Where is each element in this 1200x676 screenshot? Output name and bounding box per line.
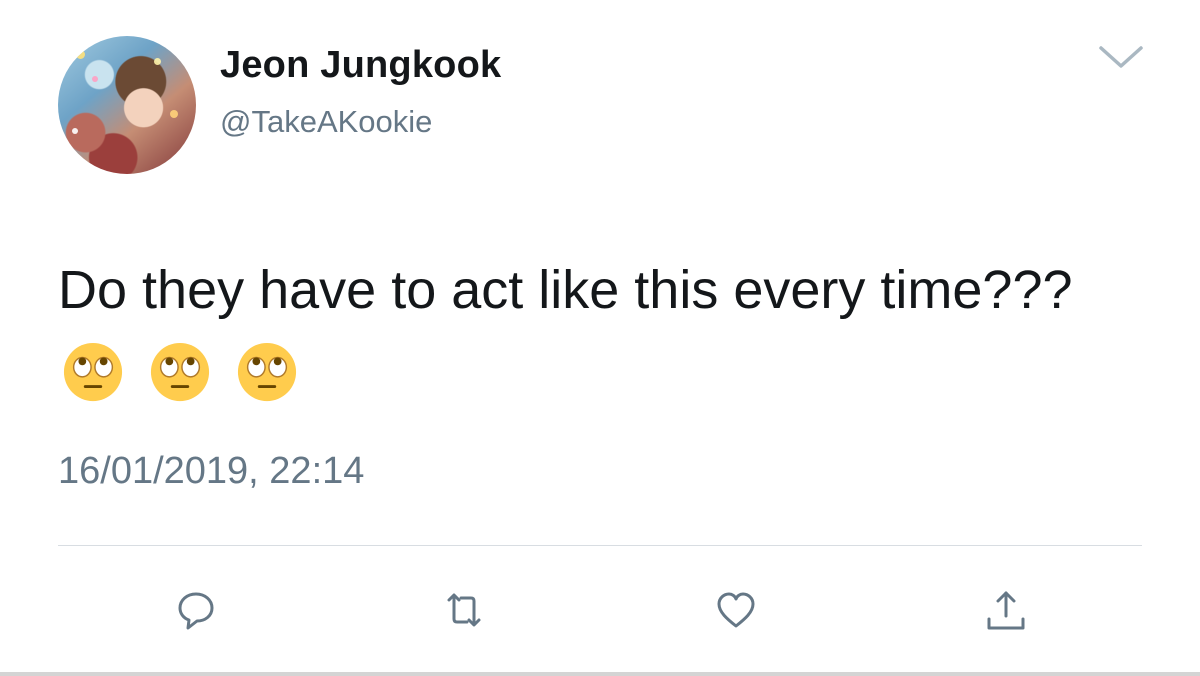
confetti-decoration — [92, 76, 98, 82]
bottom-border — [0, 672, 1200, 676]
divider — [58, 545, 1142, 546]
like-button[interactable] — [712, 586, 760, 634]
tweet-card: Jeon Jungkook @TakeAKookie Do they have … — [0, 0, 1200, 676]
display-name[interactable]: Jeon Jungkook — [220, 44, 501, 87]
tweet-body: Do they have to act like this every time… — [58, 260, 1073, 320]
tweet-text: Do they have to act like this every time… — [58, 254, 1138, 404]
rolling-eyes-emoji-icon — [63, 342, 123, 401]
confetti-decoration — [154, 58, 161, 65]
heart-icon — [717, 592, 755, 628]
emoji-row — [62, 332, 308, 404]
speech-bubble-icon — [178, 592, 214, 630]
retweet-arrows-icon — [447, 593, 481, 627]
confetti-decoration — [170, 110, 178, 118]
user-handle[interactable]: @TakeAKookie — [220, 104, 432, 140]
rolling-eyes-emoji-icon — [237, 342, 297, 401]
reply-button[interactable] — [172, 586, 220, 634]
chevron-down-icon[interactable] — [1098, 42, 1144, 72]
retweet-button[interactable] — [440, 586, 488, 634]
share-button[interactable] — [982, 586, 1030, 634]
confetti-decoration — [76, 50, 85, 59]
tweet-timestamp[interactable]: 16/01/2019, 22:14 — [58, 450, 364, 493]
avatar[interactable] — [58, 36, 196, 174]
rolling-eyes-emoji-icon — [150, 342, 210, 401]
confetti-decoration — [72, 128, 78, 134]
share-arrow-icon — [987, 591, 1025, 630]
